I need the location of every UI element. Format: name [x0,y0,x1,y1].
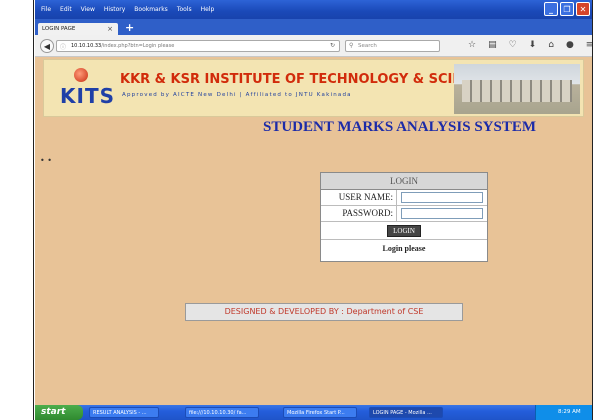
hamburger-menu-icon[interactable]: ≡ [586,40,592,50]
chat-icon[interactable]: ● [566,40,574,50]
logo-text: KITS [60,84,115,108]
menu-file[interactable]: File [41,6,51,13]
login-message: Login please [382,244,426,253]
password-field[interactable] [401,208,483,219]
url-bar[interactable]: ⓘ 10.10.10.33/index.php?btn=Login please… [56,40,340,52]
restore-icon[interactable]: ❐ [560,2,574,16]
login-button[interactable]: LOGIN [387,225,421,237]
search-input[interactable]: ⚲ Search [345,40,440,52]
login-form: LOGIN USER NAME: PASSWORD: LOGIN Login p… [320,172,488,262]
back-arrow-icon[interactable]: ◀ [40,39,54,53]
windows-taskbar: start RESULT ANALYSIS - ... file:///10.1… [35,405,592,420]
menu-edit[interactable]: Edit [60,6,72,13]
site-info-icon[interactable]: ⓘ [60,42,66,51]
menu-bookmarks[interactable]: Bookmarks [134,6,168,13]
clock[interactable]: 8:29 AM [558,409,581,415]
home-icon[interactable]: ⌂ [548,40,554,50]
downloads-icon[interactable]: ⬇ [529,40,537,50]
close-tab-icon[interactable]: × [107,25,113,33]
close-window-icon[interactable]: ✕ [576,2,590,16]
username-row: USER NAME: [321,190,487,206]
navigation-bar: ◀ ⓘ 10.10.10.33/index.php?btn=Login plea… [35,35,592,57]
new-tab-icon[interactable]: + [125,21,134,34]
username-label: USER NAME: [321,190,397,205]
tab-title: LOGIN PAGE [42,26,76,32]
left-frame [0,0,34,420]
search-icon: ⚲ [349,42,354,49]
institute-subtitle: Approved by AICTE New Delhi | Affiliated… [122,92,352,98]
decorative-dots: • • [40,156,52,165]
search-placeholder: Search [358,43,377,49]
url-host: 10.10.10.33 [71,43,102,49]
kits-logo: KITS [56,66,114,112]
url-path: /index.php?btn=Login please [101,43,175,49]
reload-icon[interactable]: ↻ [330,42,335,49]
login-heading: LOGIN [321,173,487,190]
password-row: PASSWORD: [321,206,487,222]
password-label: PASSWORD: [321,206,397,221]
college-banner: KITS KKR & KSR INSTITUTE OF TECHNOLOGY &… [43,59,584,117]
taskbar-item-result-analysis[interactable]: RESULT ANALYSIS - ... [89,407,159,418]
right-frame [592,0,599,420]
menu-bar: File Edit View History Bookmarks Tools H… [35,0,592,19]
developer-credit: DESIGNED & DEVELOPED BY : Department of … [185,303,463,321]
bookmarks-library-icon[interactable]: ▤ [488,40,497,50]
taskbar-item-login-page[interactable]: LOGIN PAGE - Mozilla ... [369,407,443,418]
login-button-row: LOGIN [321,222,487,240]
menu-tools[interactable]: Tools [177,6,192,13]
menu-items: File Edit View History Bookmarks Tools H… [35,6,214,13]
menu-history[interactable]: History [104,6,125,13]
logo-dot-icon [74,68,88,82]
page-title: STUDENT MARKS ANALYSIS SYSTEM [263,119,537,135]
tab-login-page[interactable]: LOGIN PAGE × [38,23,118,35]
menu-view[interactable]: View [81,6,95,13]
username-field[interactable] [401,192,483,203]
menu-help[interactable]: Help [201,6,215,13]
taskbar-item-file-explorer[interactable]: file:///10.10.10.30/ fa... [185,407,259,418]
tab-strip: LOGIN PAGE × + [35,19,592,35]
campus-photo [454,64,580,114]
web-page: KITS KKR & KSR INSTITUTE OF TECHNOLOGY &… [35,57,592,405]
window-controls: _ ❐ ✕ [544,2,590,16]
taskbar-item-firefox-start[interactable]: Mozilla Firefox Start P... [283,407,357,418]
pocket-icon[interactable]: ♡ [509,40,517,50]
browser-window: File Edit View History Bookmarks Tools H… [35,0,592,420]
system-tray: 8:29 AM [535,405,592,420]
minimize-icon[interactable]: _ [544,2,558,16]
bookmark-star-icon[interactable]: ☆ [468,40,476,50]
start-button[interactable]: start [35,405,83,420]
toolbar-icons: ☆ ▤ ♡ ⬇ ⌂ ● ≡ [468,40,592,50]
campus-building [462,80,572,102]
institute-name: KKR & KSR INSTITUTE OF TECHNOLOGY & SCIE… [120,72,500,87]
